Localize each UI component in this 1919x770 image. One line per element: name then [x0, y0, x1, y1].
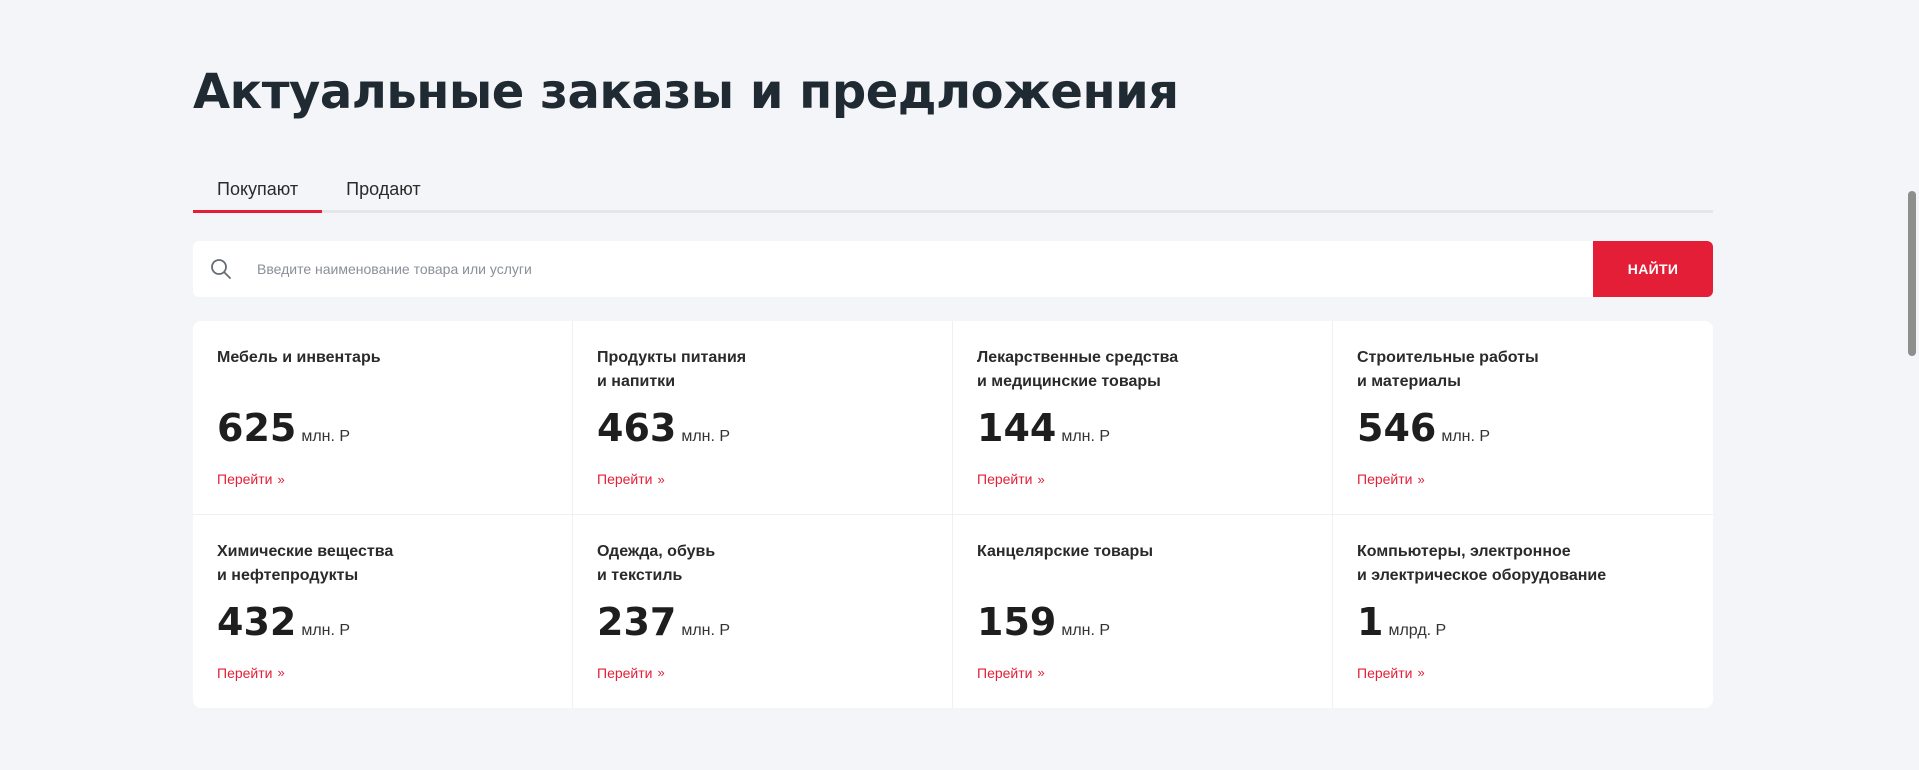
double-chevron-right-icon: »: [657, 665, 665, 680]
category-link[interactable]: Перейти »: [597, 665, 665, 681]
category-link[interactable]: Перейти »: [217, 665, 285, 681]
double-chevron-right-icon: »: [277, 471, 285, 487]
tab-selling[interactable]: Продают: [322, 168, 444, 210]
tab-buying[interactable]: Покупают: [193, 168, 323, 213]
amount-value: 463: [597, 406, 677, 450]
amount-value: 159: [977, 599, 1057, 644]
category-title: Мебель и инвентарь: [217, 349, 381, 366]
category-card[interactable]: Продукты питания и напитки 463 млн. Р Пе…: [573, 321, 953, 515]
link-label: Перейти: [977, 471, 1033, 487]
category-card[interactable]: Химические вещества и нефтепродукты 432 …: [193, 514, 573, 708]
amount-unit: млн. Р: [1061, 621, 1111, 639]
category-card[interactable]: Компьютеры, электронное и электрическое …: [1333, 515, 1713, 709]
category-card[interactable]: Одежда, обувь и текстиль 237 млн. Р Пере…: [573, 514, 953, 708]
category-amount: 625 млн. Р: [217, 406, 350, 450]
double-chevron-right-icon: »: [1417, 471, 1425, 487]
double-chevron-right-icon: »: [277, 665, 285, 680]
category-title: Канцелярские товары: [977, 542, 1153, 560]
double-chevron-right-icon: »: [1037, 665, 1045, 680]
amount-unit: млн. Р: [301, 428, 351, 445]
category-amount: 546 млн. Р: [1357, 406, 1490, 450]
link-label: Перейти: [217, 664, 273, 681]
category-card[interactable]: Строительные работы и материалы 546 млн.…: [1333, 321, 1713, 515]
search-bar: НАЙТИ: [193, 241, 1713, 297]
category-title: Химические вещества и нефтепродукты: [217, 542, 394, 584]
amount-unit: млн. Р: [1061, 428, 1111, 445]
category-card[interactable]: Лекарственные средства и медицинские тов…: [953, 321, 1333, 515]
category-link[interactable]: Перейти »: [597, 471, 665, 487]
category-title: Строительные работы и материалы: [1357, 349, 1539, 390]
category-link[interactable]: Перейти »: [977, 665, 1045, 681]
categories-grid: Мебель и инвентарь 625 млн. Р Перейти » …: [193, 321, 1713, 708]
search-button[interactable]: НАЙТИ: [1593, 241, 1713, 297]
category-amount: 463 млн. Р: [597, 406, 730, 450]
link-label: Перейти: [1357, 471, 1413, 487]
category-title: Продукты питания и напитки: [597, 349, 747, 390]
double-chevron-right-icon: »: [657, 471, 665, 487]
category-link[interactable]: Перейти »: [1357, 471, 1425, 487]
scrollbar-thumb[interactable]: [1908, 191, 1916, 356]
amount-value: 546: [1357, 406, 1437, 450]
category-link[interactable]: Перейти »: [977, 471, 1045, 487]
amount-unit: млн. Р: [681, 428, 731, 445]
category-title: Одежда, обувь и текстиль: [597, 542, 716, 584]
category-card[interactable]: Канцелярские товары 159 млн. Р Перейти »: [953, 514, 1333, 708]
amount-value: 144: [977, 406, 1057, 450]
double-chevron-right-icon: »: [1417, 665, 1425, 680]
category-link[interactable]: Перейти »: [217, 471, 285, 487]
link-label: Перейти: [1357, 664, 1413, 681]
amount-unit: млн. Р: [301, 621, 351, 639]
category-card[interactable]: Мебель и инвентарь 625 млн. Р Перейти »: [193, 321, 573, 515]
amount-value: 237: [597, 599, 677, 644]
amount-value: 1: [1357, 599, 1384, 644]
double-chevron-right-icon: »: [1037, 471, 1045, 487]
amount-unit: млн. Р: [681, 621, 731, 639]
category-amount: 1 млрд. Р: [1357, 600, 1446, 644]
link-label: Перейти: [597, 664, 653, 681]
category-amount: 144 млн. Р: [977, 406, 1110, 450]
category-title: Компьютеры, электронное и электрическое …: [1357, 542, 1607, 584]
category-amount: 237 млн. Р: [597, 600, 730, 644]
link-label: Перейти: [217, 471, 273, 487]
category-title: Лекарственные средства и медицинские тов…: [977, 349, 1179, 390]
search-icon: [193, 241, 249, 297]
amount-value: 625: [217, 406, 297, 450]
category-amount: 159 млн. Р: [977, 600, 1110, 644]
scrollbar[interactable]: [1905, 0, 1919, 770]
tabs: Покупают Продают: [193, 168, 1713, 213]
amount-unit: млрд. Р: [1388, 621, 1447, 639]
link-label: Перейти: [977, 664, 1033, 681]
page-title: Актуальные заказы и предложения: [193, 64, 1179, 120]
amount-value: 432: [217, 599, 297, 644]
amount-unit: млн. Р: [1441, 428, 1491, 445]
category-amount: 432 млн. Р: [217, 600, 350, 644]
search-input[interactable]: [249, 241, 1593, 297]
link-label: Перейти: [597, 471, 653, 487]
category-link[interactable]: Перейти »: [1357, 665, 1425, 681]
